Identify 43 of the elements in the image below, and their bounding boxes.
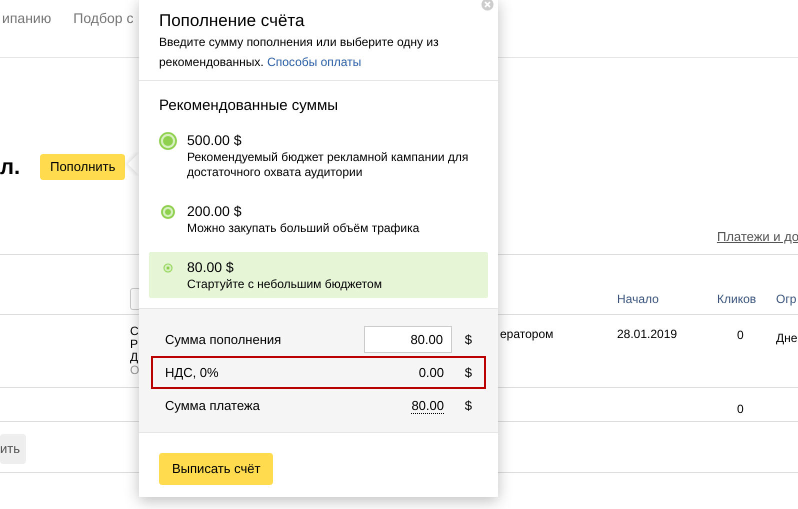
column-header: Начало <box>617 291 660 308</box>
topup-button[interactable]: Пополнить <box>40 154 126 180</box>
action-button[interactable]: ить <box>0 434 26 464</box>
amount-option[interactable]: 80.00 $ Стартуйте с небольшим бюджетом <box>149 252 488 298</box>
currency-sign: $ <box>464 364 472 380</box>
option-amount: 200.00 $ <box>187 202 242 221</box>
column-header: Кликов <box>717 291 758 308</box>
table-cell-text: ератором <box>500 326 554 343</box>
summary-label: Сумма пополнения <box>165 330 282 349</box>
nav-tab[interactable]: ипанию <box>2 8 52 57</box>
summary-label: Сумма платежа <box>165 396 261 415</box>
summary-value[interactable]: 80.00 <box>411 398 444 414</box>
table-cell: 0 <box>737 402 744 416</box>
currency-sign: $ <box>464 398 472 413</box>
table-cell-text: 28.01.2019 <box>617 326 678 343</box>
amount-option[interactable]: 200.00 $ Можно закупать больший объём трафика <box>149 196 488 242</box>
amount-option[interactable]: 500.00 $ Рекомендуемый бюджет рекламной кампании для достаточного охвата аудитории <box>149 125 488 186</box>
text-fragment: О <box>130 364 140 377</box>
option-description: Рекомендуемый бюджет рекламной кампании для достаточного охвата аудитории <box>187 150 470 180</box>
currency-sign: $ <box>464 332 472 347</box>
text-fragment: Д <box>130 351 138 364</box>
popup-description: Введите сумму пополнения или выберите одну из рекомендованных. Способы оплаты <box>159 34 440 71</box>
issue-invoice-button[interactable]: Выписать счёт <box>159 453 274 484</box>
popup-title: Пополнение счёта <box>159 10 306 32</box>
close-icon[interactable] <box>481 0 494 11</box>
column-header: Огр <box>776 291 798 308</box>
table-cell: Дне <box>776 331 798 345</box>
option-amount: 80.00 $ <box>187 258 235 277</box>
radio-icon <box>159 132 177 150</box>
section-title: Рекомендованные суммы <box>158 96 340 116</box>
nav-tab[interactable]: Подбор с <box>73 8 134 57</box>
text-fragment: Р <box>130 338 138 351</box>
summary-label: НДС, 0% <box>165 364 220 382</box>
option-amount: 500.00 $ <box>187 131 242 150</box>
option-description: Стартуйте с небольшим бюджетом <box>187 277 382 292</box>
summary-value: 0.00 <box>418 364 444 380</box>
table-cell: 0 <box>737 328 744 342</box>
option-description: Можно закупать больший объём трафика <box>187 221 420 236</box>
radio-icon <box>159 203 177 221</box>
text-fragment: С <box>130 325 139 338</box>
payment-methods-link[interactable]: Способы оплаты <box>267 55 362 69</box>
account-heading: л. <box>0 154 20 180</box>
amount-input[interactable]: 80.00 <box>364 326 452 353</box>
